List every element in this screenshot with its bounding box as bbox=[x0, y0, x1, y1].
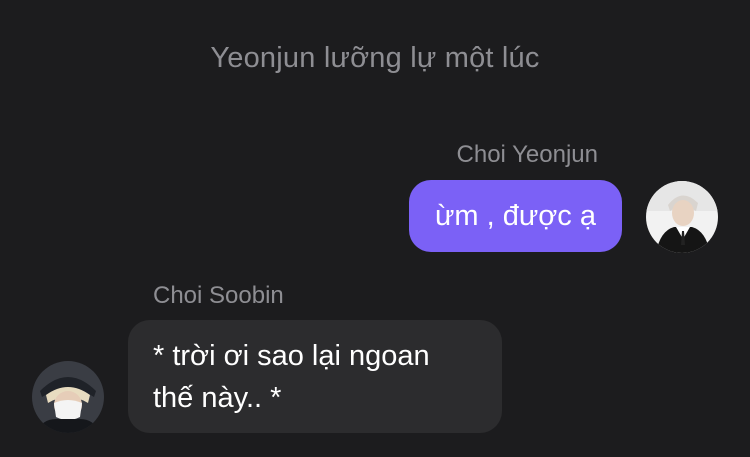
avatar[interactable] bbox=[32, 361, 104, 433]
sender-name: Choi Soobin bbox=[153, 282, 284, 309]
message-bubble[interactable]: ừm , được ạ bbox=[409, 180, 622, 252]
narration-text: Yeonjun lưỡng lự một lúc bbox=[210, 42, 540, 74]
person-avatar-icon bbox=[646, 181, 718, 253]
sender-name: Choi Yeonjun bbox=[456, 141, 598, 168]
avatar[interactable] bbox=[646, 181, 718, 253]
person-avatar-icon bbox=[32, 361, 104, 433]
message-bubble[interactable]: * trời ơi sao lại ngoan thế này.. * bbox=[128, 320, 502, 433]
